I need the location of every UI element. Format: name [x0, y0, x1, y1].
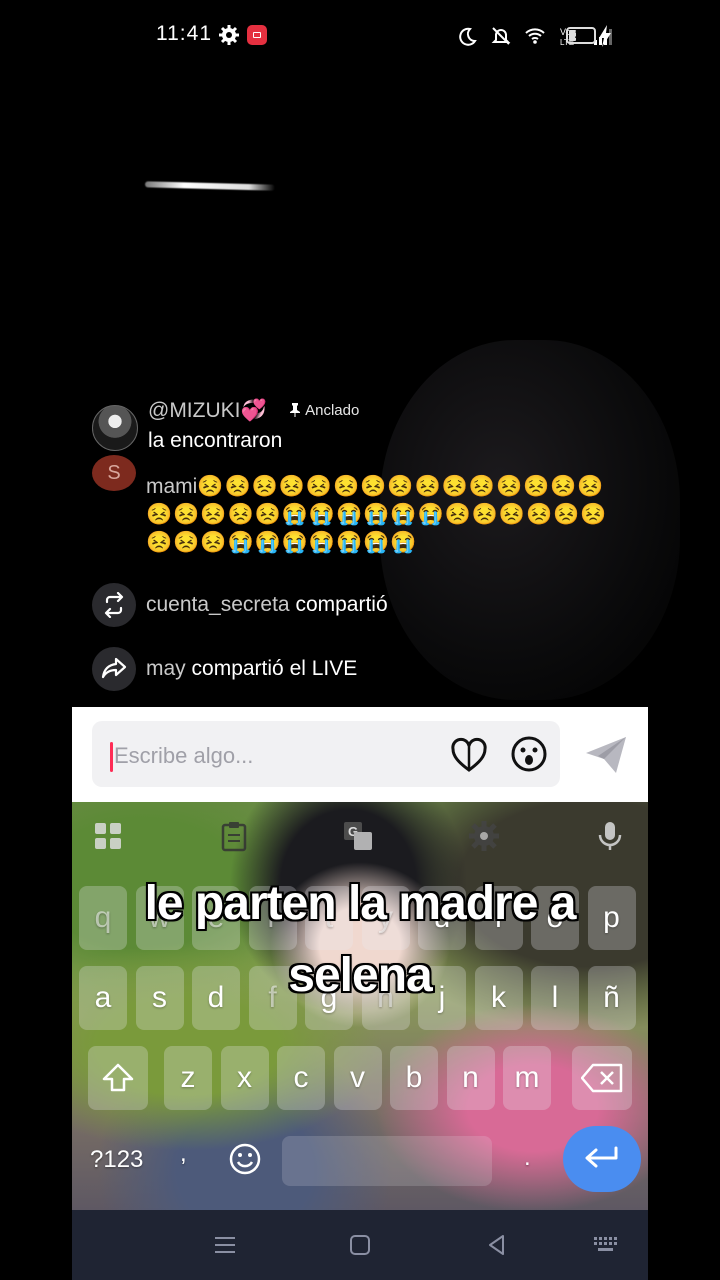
key-v[interactable]: v: [333, 1046, 382, 1110]
share-event-row: cuenta_secreta compartió: [92, 583, 388, 627]
share-action: compartió: [295, 593, 388, 616]
share-username[interactable]: may: [146, 657, 186, 680]
status-bar: 11:41 Vo LTE 29: [0, 0, 720, 72]
repost-icon: [92, 583, 136, 627]
comment-placeholder: Escribe algo...: [114, 743, 254, 768]
key-n[interactable]: n: [446, 1046, 495, 1110]
key-m[interactable]: m: [503, 1046, 551, 1110]
battery-level: 29: [574, 29, 588, 41]
video-caption: le parten la madre a selena: [72, 868, 648, 1012]
pinned-comment[interactable]: @MIZUKI💞 Anclado la encontraron: [92, 399, 359, 453]
battery-icon: 29: [566, 27, 596, 44]
avatar-letter: S: [107, 461, 121, 484]
share-event-text: may compartió el LIVE: [146, 647, 357, 691]
menu-icon[interactable]: [212, 1232, 238, 1258]
heart-icon[interactable]: [450, 737, 488, 773]
chat-comment-emojis: 😣😣😣😣😣😣😣😣😣😣😣😣😣😣😣😣😣😣😣😣😭😭😭😭😭😭😣😣😣😣😣😣😣😣😣😭😭😭😭😭…: [146, 475, 608, 554]
gear-icon: [219, 25, 239, 45]
comma-key[interactable]: ,: [180, 1140, 187, 1168]
status-time: 11:41: [156, 22, 212, 45]
key-z[interactable]: z: [164, 1046, 212, 1110]
moon-icon: [459, 27, 477, 46]
key-c[interactable]: c: [277, 1046, 325, 1110]
video-light-streak: [144, 181, 276, 191]
chat-comment[interactable]: S mami😣😣😣😣😣😣😣😣😣😣😣😣😣😣😣😣😣😣😣😣😭😭😭😭😭😭😣😣😣😣😣😣😣😣…: [92, 455, 626, 557]
backspace-key[interactable]: [572, 1046, 632, 1110]
enter-icon: [585, 1146, 618, 1168]
key-x[interactable]: x: [220, 1046, 269, 1110]
share-action: compartió el LIVE: [191, 657, 358, 680]
keyboard-hide-icon[interactable]: [592, 1232, 618, 1258]
gear-icon[interactable]: [468, 820, 500, 852]
shift-key[interactable]: [88, 1046, 148, 1110]
period-key[interactable]: .: [524, 1144, 531, 1172]
comment-input-panel: Escribe algo...: [72, 707, 648, 802]
pinned-comment-text: la encontraron: [148, 429, 283, 452]
share-event-row: may compartió el LIVE: [92, 647, 357, 691]
emoji-key-icon[interactable]: [228, 1142, 262, 1176]
key-b[interactable]: b: [390, 1046, 438, 1110]
text-caret: [110, 742, 113, 772]
microphone-icon[interactable]: [594, 820, 626, 852]
enter-key[interactable]: [563, 1126, 641, 1192]
home-icon[interactable]: [347, 1232, 373, 1258]
symbols-key[interactable]: ?123: [90, 1146, 143, 1174]
keyboard-toolbar: G: [72, 820, 648, 856]
back-icon[interactable]: [484, 1232, 510, 1258]
mute-icon: [491, 27, 511, 45]
pinned-comment-body: @MIZUKI💞 Anclado la encontraron: [148, 399, 359, 453]
share-event-text: cuenta_secreta compartió: [146, 583, 388, 627]
share-arrow-icon: [92, 647, 136, 691]
apps-grid-icon[interactable]: [92, 820, 124, 852]
comment-input[interactable]: Escribe algo...: [92, 721, 560, 787]
emoji-icon[interactable]: [510, 735, 548, 773]
pinned-badge: Anclado: [289, 402, 359, 419]
caption-line-1: le parten la madre a: [144, 877, 577, 930]
navigation-bar: [72, 1210, 648, 1280]
pinned-comment-header: @MIZUKI💞 Anclado: [148, 399, 359, 423]
chat-comment-username[interactable]: mami: [146, 475, 197, 498]
wifi-icon: [525, 28, 545, 44]
space-key[interactable]: [282, 1136, 492, 1186]
pin-icon: [290, 403, 301, 417]
backspace-icon: [581, 1063, 623, 1093]
clipboard-icon[interactable]: [218, 820, 250, 852]
caption-line-2: selena: [288, 949, 432, 1002]
pinned-label: Anclado: [305, 401, 360, 419]
translate-icon[interactable]: G: [342, 820, 374, 852]
pinned-comment-username[interactable]: @MIZUKI💞: [148, 399, 267, 422]
shift-icon: [102, 1063, 134, 1092]
charging-icon: [599, 25, 611, 47]
screen-record-icon: [247, 25, 267, 45]
avatar[interactable]: [92, 405, 138, 451]
avatar[interactable]: S: [92, 455, 136, 491]
chat-comment-text: mami😣😣😣😣😣😣😣😣😣😣😣😣😣😣😣😣😣😣😣😣😭😭😭😭😭😭😣😣😣😣😣😣😣😣😣😭…: [146, 473, 626, 557]
send-icon[interactable]: [584, 735, 628, 775]
share-username[interactable]: cuenta_secreta: [146, 593, 290, 616]
